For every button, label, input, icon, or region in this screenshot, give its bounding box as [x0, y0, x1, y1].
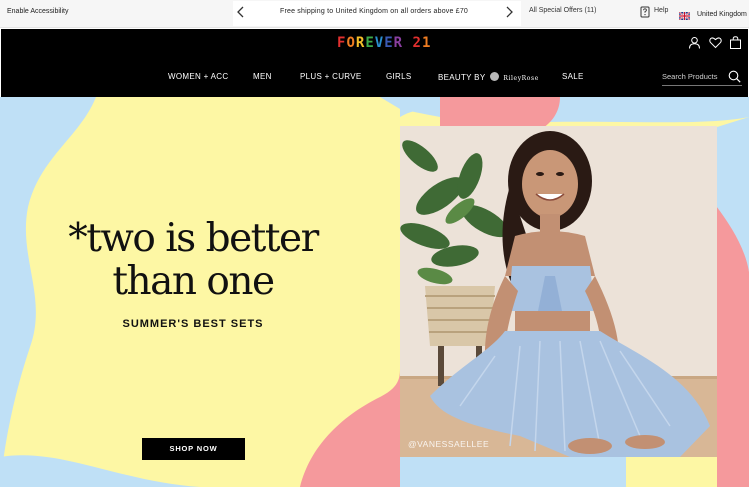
promo-message[interactable]: Free shipping to United Kingdom on all o… [250, 8, 498, 15]
wishlist-heart-icon[interactable] [709, 36, 722, 49]
site-header: FOREVER 21 WOMEN + ACC MEN PLUS + CURVE … [1, 29, 748, 97]
utility-bar: Enable Accessibility Free shipping to Un… [0, 0, 749, 28]
shop-now-button[interactable]: SHOP NOW [142, 438, 245, 460]
nav-sale[interactable]: SALE [562, 72, 584, 81]
logo-letter: V [374, 35, 385, 51]
logo-letter: E [384, 35, 394, 51]
nav-women-acc[interactable]: WOMEN + ACC [168, 72, 228, 81]
logo-letter [403, 35, 412, 51]
logo-letter: R [393, 35, 404, 51]
nav-plus-curve[interactable]: PLUS + CURVE [300, 72, 361, 81]
logo-letter: O [346, 35, 356, 51]
special-offers-link[interactable]: All Special Offers (11) [529, 7, 596, 14]
model-photo[interactable] [400, 126, 717, 457]
chevron-right-icon[interactable] [504, 6, 514, 18]
help-icon[interactable] [640, 5, 650, 18]
help-link[interactable]: Help [654, 7, 668, 14]
accessibility-link[interactable]: Enable Accessibility [7, 8, 68, 15]
logo-letter: F [337, 35, 347, 51]
chevron-left-icon[interactable] [236, 6, 246, 18]
search-box [662, 69, 742, 86]
headline-line-1: *two is better [68, 216, 319, 261]
rileyrose-brand: RileyRose [503, 75, 539, 82]
hero-subtitle: SUMMER'S BEST SETS [122, 318, 264, 330]
hero-banner[interactable]: *two is better than one SUMMER'S BEST SE… [0, 97, 749, 487]
country-selector[interactable]: United Kingdom [697, 11, 747, 18]
nav-men[interactable]: MEN [253, 72, 272, 81]
rileyrose-logo-icon [489, 72, 499, 81]
forever21-logo[interactable]: FOREVER 21 [337, 35, 431, 51]
account-icon[interactable] [688, 36, 701, 49]
logo-letter: E [365, 35, 375, 51]
search-icon[interactable] [728, 70, 741, 83]
search-input[interactable] [662, 70, 730, 83]
hero-headline: *two is better than one [58, 217, 328, 303]
logo-letter: 2 [412, 35, 422, 51]
main-navigation: WOMEN + ACC MEN PLUS + CURVE GIRLS BEAUT… [1, 72, 748, 86]
logo-letter: 1 [421, 35, 432, 51]
nav-beauty[interactable]: BEAUTY BY RileyRose [438, 72, 539, 82]
shopping-bag-icon[interactable] [729, 36, 742, 49]
headline-line-2: than one [112, 259, 275, 304]
nav-girls[interactable]: GIRLS [386, 72, 412, 81]
nav-beauty-label: BEAUTY BY [438, 73, 486, 82]
logo-letter: R [355, 35, 366, 51]
photo-credit: @VANESSAELLEE [408, 439, 490, 449]
uk-flag-icon[interactable] [678, 7, 691, 21]
